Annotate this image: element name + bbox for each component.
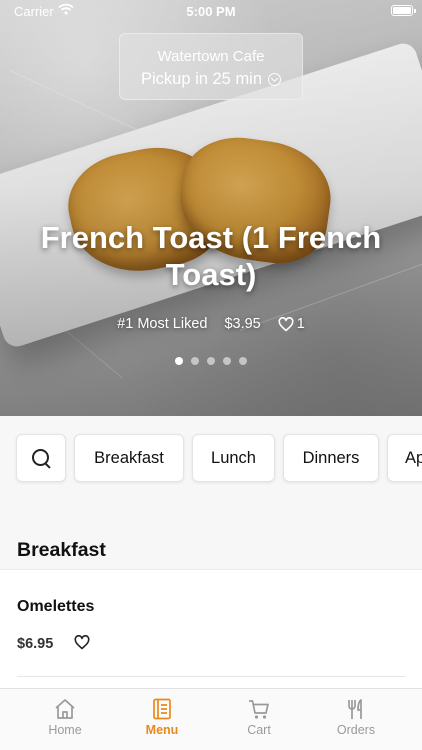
pickup-time-row: Pickup in 25 min (120, 70, 302, 89)
status-bar: Carrier 5:00 PM (0, 0, 422, 22)
menu-icon (153, 698, 171, 720)
likes-count: 1 (296, 316, 305, 332)
location-name: Watertown Cafe (157, 48, 265, 65)
featured-item-meta: #1 Most Liked $3.95 1 (0, 316, 422, 332)
featured-price: $3.95 (224, 316, 261, 332)
category-chip-breakfast[interactable]: Breakfast (74, 434, 184, 482)
tab-orders[interactable]: Orders (307, 689, 405, 750)
featured-likes[interactable]: 1 (278, 316, 305, 332)
featured-item-title[interactable]: French Toast (1 French Toast) (20, 219, 402, 293)
home-icon (55, 699, 75, 719)
tab-label: Home (48, 723, 82, 737)
page-dot[interactable] (191, 357, 199, 365)
tab-bar: Home Menu Cart Orders (0, 688, 422, 750)
fork-knife-icon (348, 699, 362, 719)
category-chip-lunch[interactable]: Lunch (192, 434, 275, 482)
featured-hero[interactable]: Carrier 5:00 PM Watertown Cafe Pickup in… (0, 0, 422, 416)
pickup-time: Pickup in 25 min (140, 70, 263, 88)
menu-item[interactable]: Omelettes $6.95 (0, 570, 422, 688)
cart-icon (249, 700, 269, 719)
heart-icon[interactable] (74, 635, 90, 650)
search-button[interactable] (16, 434, 66, 482)
featured-rank: #1 Most Liked (117, 316, 208, 332)
menu-item-price: $6.95 (17, 636, 54, 652)
clock: 5:00 PM (186, 4, 236, 19)
tab-label: Cart (247, 723, 271, 737)
carousel-page-indicator[interactable] (0, 357, 422, 365)
section-title: Breakfast (17, 539, 106, 561)
location-selector[interactable]: Watertown Cafe Pickup in 25 min (119, 33, 303, 100)
tab-menu[interactable]: Menu (113, 689, 211, 750)
menu-item-name: Omelettes (17, 598, 95, 615)
category-chip-appetizers[interactable]: Ap (387, 434, 422, 482)
page-dot[interactable] (207, 357, 215, 365)
tab-label: Menu (145, 723, 179, 737)
tab-home[interactable]: Home (16, 689, 114, 750)
chevron-down-circle-icon (268, 73, 282, 86)
category-bar[interactable]: Breakfast Lunch Dinners Ap (0, 416, 422, 500)
page-dot[interactable] (239, 357, 247, 365)
divider (17, 676, 405, 677)
section-header: Breakfast (0, 500, 422, 570)
battery-icon (391, 5, 416, 16)
tab-cart[interactable]: Cart (210, 689, 308, 750)
page-dot[interactable] (175, 357, 183, 365)
tab-label: Orders (336, 723, 376, 737)
category-chip-dinners[interactable]: Dinners (283, 434, 379, 482)
search-icon (31, 448, 51, 468)
heart-icon (278, 316, 294, 331)
page-dot[interactable] (223, 357, 231, 365)
